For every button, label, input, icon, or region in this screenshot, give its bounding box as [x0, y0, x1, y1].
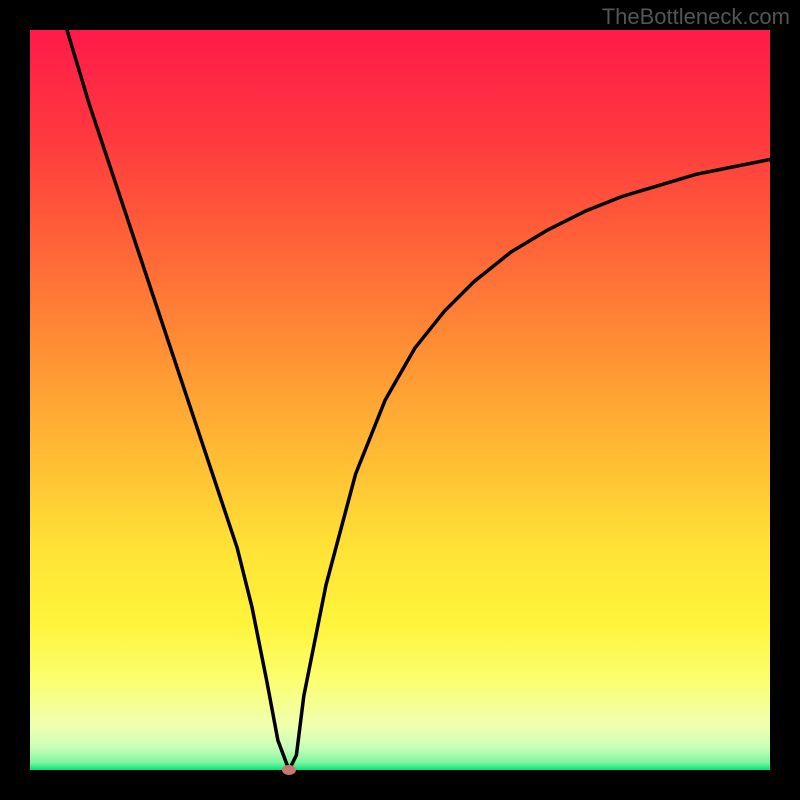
- plot-area: [30, 30, 770, 770]
- bottleneck-curve: [30, 30, 770, 770]
- optimal-point-marker: [282, 765, 296, 775]
- watermark-text: TheBottleneck.com: [602, 4, 790, 30]
